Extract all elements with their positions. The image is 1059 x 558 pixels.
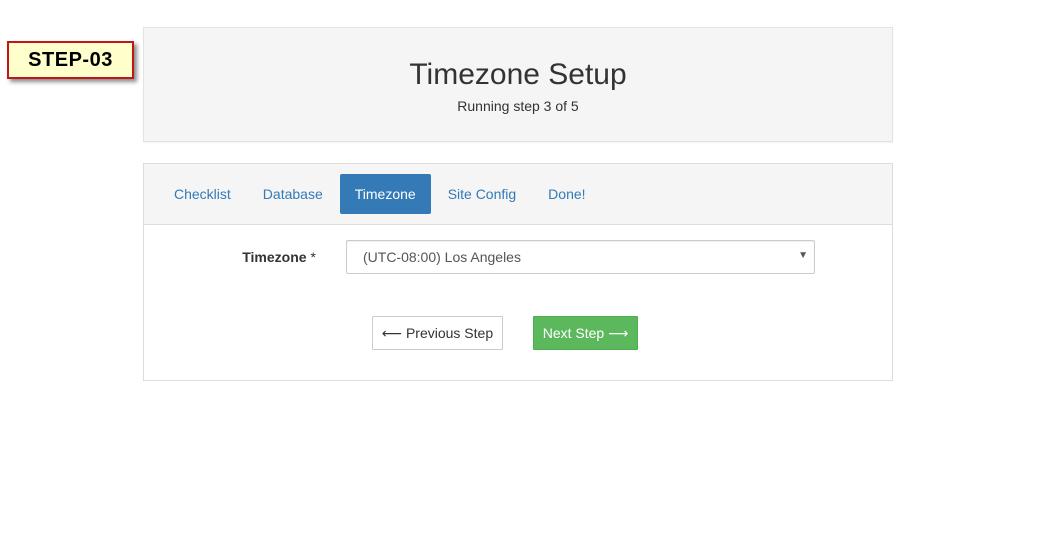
timezone-form-row: Timezone * (UTC-08:00) Los Angeles ▼ [144,240,892,274]
timezone-label-text: Timezone [242,249,307,265]
navigation-buttons: ⟵ Previous Step Next Step ⟶ [144,316,892,350]
timezone-select-value: (UTC-08:00) Los Angeles [363,249,521,265]
tab-timezone[interactable]: Timezone [339,174,431,214]
step-badge: STEP-03 [7,41,134,79]
previous-step-button[interactable]: ⟵ Previous Step [372,316,503,350]
header-panel: Timezone Setup Running step 3 of 5 [143,27,893,142]
tab-checklist[interactable]: Checklist [159,174,246,214]
required-indicator: * [310,249,316,265]
arrow-right-icon: ⟶ [608,324,629,341]
tab-database[interactable]: Database [248,174,338,214]
chevron-down-icon: ▼ [798,250,808,261]
tab-site-config[interactable]: Site Config [433,174,531,214]
next-step-button[interactable]: Next Step ⟶ [533,316,638,350]
step-tabs: Checklist Database Timezone Site Config … [144,164,892,225]
page-subtitle: Running step 3 of 5 [457,98,579,114]
arrow-left-icon: ⟵ [381,324,402,341]
setup-panel: Checklist Database Timezone Site Config … [143,163,893,381]
page-title: Timezone Setup [409,58,627,91]
previous-step-label: Previous Step [405,325,494,341]
tab-done[interactable]: Done! [533,174,600,214]
timezone-select[interactable]: (UTC-08:00) Los Angeles ▼ [346,240,815,274]
timezone-label: Timezone * [242,240,316,274]
next-step-label: Next Step [542,325,605,341]
